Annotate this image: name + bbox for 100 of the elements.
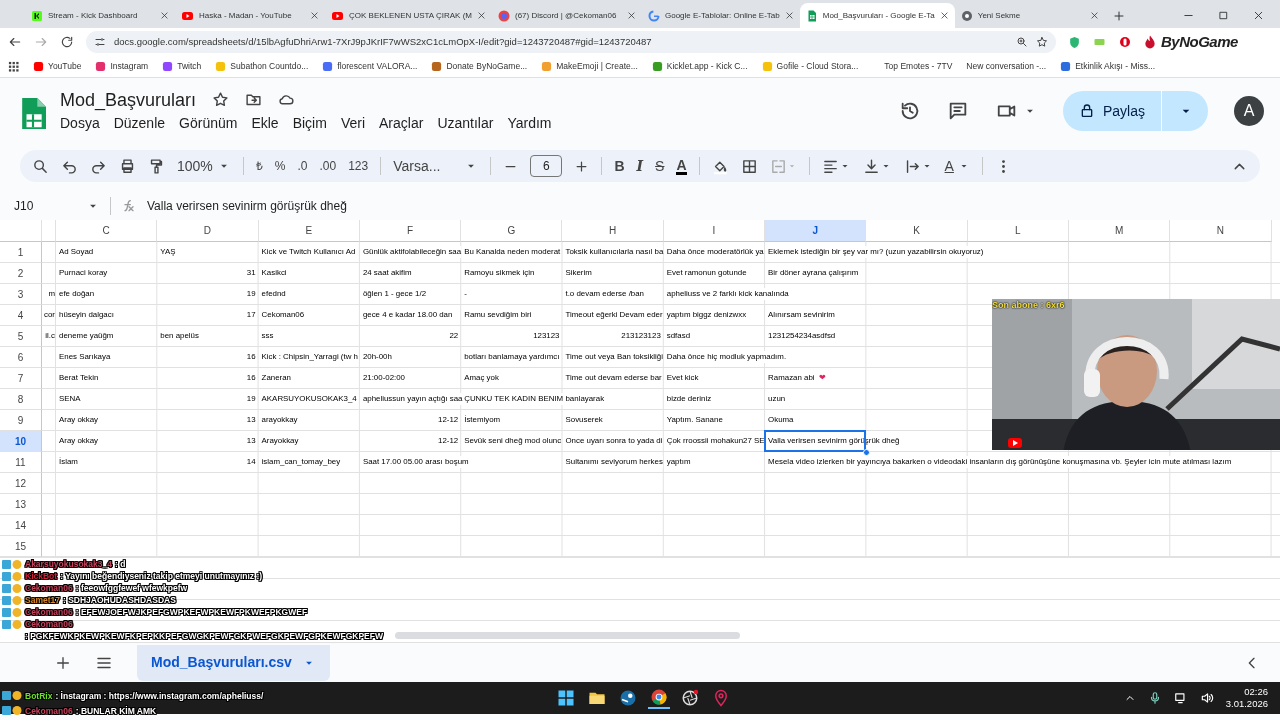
clock-time[interactable]: 02:26 [1225,686,1268,698]
decrease-decimals-button[interactable]: .0 [297,157,308,175]
star-icon[interactable] [212,91,230,108]
print-icon[interactable] [119,157,136,175]
browser-tab[interactable]: Yeni Sekme [954,3,1105,28]
bookmark-link[interactable]: Twitch [177,60,202,73]
bookmark-link[interactable]: YouTube [48,60,82,73]
close-icon[interactable] [784,11,794,20]
bookmark-link[interactable]: florescent VALORA... [337,60,418,73]
bookmark-link[interactable]: Donate ByNoGame... [446,60,528,73]
close-icon[interactable] [939,11,949,20]
column-header[interactable]: N [1170,220,1272,242]
speaker-icon[interactable] [1199,691,1214,705]
menu-item[interactable]: Veri [340,112,365,134]
address-bar[interactable]: docs.google.com/spreadsheets/d/15lbAgfuDhriArw1-7XrJ9pJKrIF7wWS2xC1cLmOpX-I/edit?gid=1243720487#gid=1243720487 [86,31,1056,53]
shield-icon[interactable] [1068,35,1081,49]
column-header[interactable]: E [258,220,360,242]
browser-tab[interactable]: Stream - Kick Dashboard [25,3,175,28]
browser-tab[interactable]: Mod_Başvuruları - Google E-Ta [799,3,955,28]
font-size-field[interactable]: 6 [530,155,563,177]
close-icon[interactable] [477,11,486,20]
vertical-align-icon[interactable] [862,157,880,175]
reload-icon[interactable] [60,35,74,49]
percent-button[interactable]: % [274,157,286,175]
browser-tab[interactable]: Google E-Tablolar: Online E-Tab [642,3,800,28]
column-header[interactable]: I [663,220,766,242]
browser-tab[interactable]: ÇOK BEKLENEN USTA ÇIRAK (M [325,3,492,28]
monitor-icon[interactable] [1173,691,1188,705]
bold-button[interactable]: B [614,155,625,177]
apps-icon[interactable] [8,61,19,72]
globe-icon [960,9,973,22]
clock-date[interactable]: 3.01.2026 [1225,698,1268,710]
zoom-icon[interactable] [1016,36,1028,48]
italic-button[interactable]: I [636,155,644,177]
menu-item[interactable]: Biçim [292,112,327,134]
chat-text: : SDHJAOHUDASHDASDAS [62,594,176,606]
plus-icon[interactable] [574,158,590,174]
menu-item[interactable]: Düzenle [113,112,166,134]
menu-item[interactable]: Ekle [251,112,279,134]
bookmark-link[interactable]: Etkinlik Akışı - Miss... [1075,60,1156,73]
pin-icon[interactable] [712,689,730,707]
browser-tab[interactable]: Haska - Madan - YouTube [175,3,325,28]
column-header[interactable]: H [562,220,664,242]
browser-tab[interactable]: (67) Discord | @Cekoman06 [492,3,642,28]
paint-format-icon[interactable] [148,157,165,175]
row-header[interactable]: 10 [0,431,42,452]
name-box[interactable]: J10 [14,197,100,215]
steam-icon[interactable] [619,689,637,707]
increase-decimals-button[interactable]: .00 [319,157,337,175]
bookmark-link[interactable]: Subathon Countdo... [230,60,309,73]
strikethrough-button[interactable]: S [655,155,665,177]
avatar[interactable]: A [1234,96,1264,126]
formula-field[interactable]: Valla verirsen sevinirm görüşrük dheğ [147,197,347,215]
close-icon[interactable] [310,11,319,20]
bookmark-link[interactable]: MakeEmoji | Create... [556,60,638,73]
close-icon[interactable] [1253,10,1264,21]
zoom-dropdown[interactable]: 100% [177,155,231,177]
close-icon[interactable] [1089,11,1099,20]
text-rotation-button[interactable]: A [944,155,954,177]
menu-item[interactable]: Yardım [507,112,552,134]
badges-icon [2,691,22,700]
add-sheet-icon[interactable] [55,654,71,671]
currency-button[interactable]: ₺ [255,157,263,175]
windows-icon[interactable] [557,689,575,707]
close-icon[interactable] [160,11,169,20]
aperture-icon[interactable] [681,689,699,707]
column-header[interactable]: L [967,220,1069,242]
column-header[interactable]: J [765,220,867,242]
column-header[interactable]: C [56,220,158,242]
borders-icon[interactable] [740,157,758,175]
menu-item[interactable]: Görünüm [179,112,238,134]
block-icon[interactable] [1119,36,1131,48]
scrollbar[interactable] [395,631,740,639]
browser-icon[interactable] [650,688,668,706]
bookmark-link[interactable]: Top Emotes - 7TV [884,60,953,73]
maximize-icon[interactable] [1218,10,1229,21]
font-dropdown[interactable]: Varsa... [393,155,479,177]
bookmark-link[interactable]: Instagram [110,60,149,73]
column-header[interactable]: G [461,220,563,242]
plus-icon[interactable] [1112,9,1125,22]
search-icon[interactable] [32,157,49,175]
number-format-button[interactable]: 123 [348,157,369,175]
extension-label[interactable]: ByNoGame [1161,30,1238,54]
bookmark-link[interactable]: Gofile - Cloud Stora... [776,60,859,73]
back-icon[interactable] [8,35,22,49]
column-header[interactable]: M [1068,220,1171,242]
sheet-tab[interactable]: Mod_Başvuruları.csv [137,644,330,681]
text-color-button[interactable]: A [676,157,687,175]
close-icon[interactable] [627,11,636,20]
menu-item[interactable]: Dosya [60,112,100,134]
bookmark-link[interactable]: New conversation -... [966,60,1047,73]
share-button[interactable]: Paylaş [1062,91,1208,131]
column-header[interactable]: F [359,220,462,242]
bookmark-link[interactable]: Kicklet.app - Kick C... [666,60,748,73]
document-title[interactable]: Mod_Başvuruları [60,88,197,111]
star-icon[interactable] [1036,36,1048,48]
column-header[interactable]: K [866,220,968,242]
column-header[interactable]: D [157,220,259,242]
menu-item[interactable]: Araçlar [379,112,424,134]
menu-item[interactable]: Uzantılar [437,112,494,134]
